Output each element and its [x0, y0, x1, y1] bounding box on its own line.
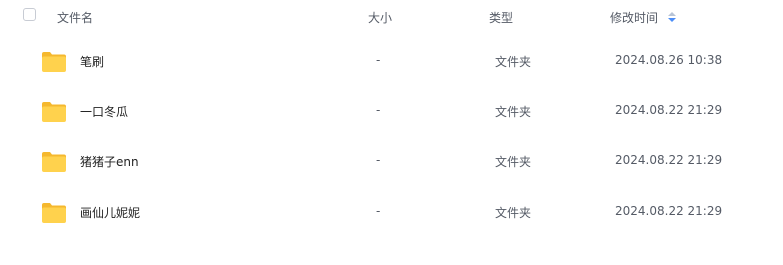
file-modified-time: 2024.08.26 10:38 — [615, 53, 723, 67]
file-size: - — [376, 103, 381, 117]
column-header-modified[interactable]: 修改时间 — [610, 9, 658, 26]
column-header-size[interactable]: 大小 — [368, 9, 392, 26]
folder-icon — [42, 102, 66, 122]
file-size: - — [376, 204, 381, 218]
column-header-type[interactable]: 类型 — [489, 9, 513, 26]
list-header: 文件名 大小 类型 修改时间 — [0, 0, 783, 34]
file-name[interactable]: 画仙儿妮妮 — [80, 204, 140, 221]
file-row[interactable]: 猪猪子enn - 文件夹 2024.08.22 21:29 — [0, 137, 783, 187]
file-type: 文件夹 — [495, 55, 532, 69]
file-modified-time: 2024.08.22 21:29 — [615, 204, 723, 218]
file-size: - — [376, 153, 381, 167]
file-size: - — [376, 53, 381, 67]
sort-caret-icon[interactable] — [668, 12, 676, 22]
file-name[interactable]: 猪猪子enn — [80, 153, 139, 170]
folder-icon — [42, 52, 66, 72]
file-type: 文件夹 — [495, 206, 532, 220]
folder-icon — [42, 203, 66, 223]
file-list: 文件名 大小 类型 修改时间 笔刷 - 文件夹 2024.08.26 10:38… — [0, 0, 783, 265]
file-modified-time: 2024.08.22 21:29 — [615, 153, 723, 167]
folder-icon — [42, 152, 66, 172]
file-type: 文件夹 — [495, 155, 532, 169]
file-modified-time: 2024.08.22 21:29 — [615, 103, 723, 117]
file-row[interactable]: 一口冬瓜 - 文件夹 2024.08.22 21:29 — [0, 87, 783, 137]
file-row[interactable]: 笔刷 - 文件夹 2024.08.26 10:38 — [0, 37, 783, 87]
file-name[interactable]: 一口冬瓜 — [80, 103, 128, 120]
file-name[interactable]: 笔刷 — [80, 53, 104, 70]
column-header-name[interactable]: 文件名 — [57, 9, 93, 26]
select-all-checkbox[interactable] — [23, 8, 36, 21]
file-type: 文件夹 — [495, 105, 532, 119]
file-row[interactable]: 画仙儿妮妮 - 文件夹 2024.08.22 21:29 — [0, 188, 783, 238]
